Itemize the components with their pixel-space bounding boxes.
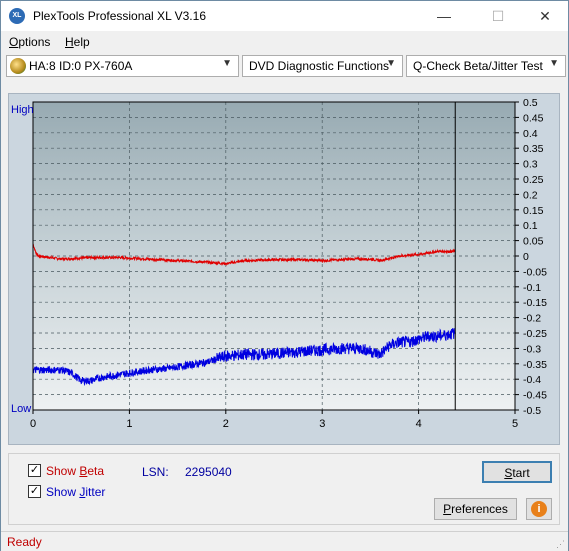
low-label: Low [11, 403, 31, 415]
status-bar: Ready ⋰ [1, 531, 568, 551]
show-beta-label-post: eta [87, 464, 105, 478]
x-tick-label: 3 [319, 418, 325, 430]
lsn-value: 2295040 [185, 465, 232, 479]
menu-options-accel: O [9, 35, 19, 49]
resize-grip-icon[interactable]: ⋰ [556, 539, 566, 549]
test-select[interactable]: Q-Check Beta/Jitter Test ▼ [406, 55, 566, 77]
checkmark-icon: ✓ [29, 485, 40, 497]
y-tick-label: 0.35 [523, 143, 544, 155]
show-jitter-label-pre: Show [46, 485, 80, 499]
function-select-value: DVD Diagnostic Functions [249, 59, 390, 73]
show-beta-label-pre: Show [46, 464, 80, 478]
y-tick-label: -0.15 [523, 297, 547, 309]
y-tick-label: -0.25 [523, 328, 547, 340]
y-tick-label: 0 [523, 251, 529, 263]
drive-select[interactable]: HA:8 ID:0 PX-760A ▼ [6, 55, 239, 77]
menu-options-label: ptions [18, 35, 51, 49]
menu-help[interactable]: Help [65, 35, 90, 49]
preferences-label: references [451, 502, 508, 516]
chevron-down-icon: ▼ [386, 58, 396, 69]
y-tick-label: -0.35 [523, 359, 547, 371]
show-jitter-label-post: itter [85, 485, 106, 499]
info-button[interactable]: i [526, 498, 552, 520]
show-jitter-checkbox[interactable]: ✓ [28, 485, 41, 498]
chevron-down-icon: ▼ [222, 58, 232, 69]
maximize-button[interactable]: ☐ [475, 1, 521, 31]
menu-help-accel: H [65, 35, 74, 49]
y-tick-label: 0.15 [523, 205, 544, 217]
show-beta-checkbox[interactable]: ✓ [28, 464, 41, 477]
menu-options[interactable]: Options [9, 35, 50, 49]
y-tick-label: -0.4 [523, 374, 541, 386]
menu-bar: Options Help [1, 31, 568, 53]
info-icon: i [531, 501, 547, 517]
x-tick-label: 4 [416, 418, 422, 430]
x-tick-label: 1 [126, 418, 132, 430]
y-tick-label: -0.05 [523, 266, 547, 278]
y-tick-label: 0.1 [523, 220, 538, 232]
function-select[interactable]: DVD Diagnostic Functions ▼ [242, 55, 403, 77]
x-tick-label: 5 [512, 418, 518, 430]
app-window: XL PlexTools Professional XL V3.16 — ☐ ✕… [0, 0, 569, 551]
y-tick-label: 0.25 [523, 174, 544, 186]
app-logo-icon: XL [9, 8, 25, 24]
status-text: Ready [7, 535, 42, 549]
drive-select-value: HA:8 ID:0 PX-760A [29, 59, 133, 73]
chevron-down-icon: ▼ [549, 58, 559, 69]
y-tick-label: 0.2 [523, 189, 538, 201]
x-tick-label: 0 [30, 418, 36, 430]
y-tick-label: 0.05 [523, 236, 544, 248]
show-jitter-label[interactable]: Show Jitter [46, 485, 105, 499]
test-select-value: Q-Check Beta/Jitter Test [413, 59, 543, 73]
start-button[interactable]: Start [482, 461, 552, 483]
y-tick-label: -0.3 [523, 343, 541, 355]
y-tick-label: -0.1 [523, 282, 541, 294]
preferences-accel: P [443, 502, 452, 516]
show-beta-label[interactable]: Show Beta [46, 464, 104, 478]
y-tick-label: 0.5 [523, 97, 538, 109]
high-label: High [11, 104, 34, 116]
y-tick-label: 0.3 [523, 159, 538, 171]
checkmark-icon: ✓ [29, 464, 40, 476]
y-tick-label: -0.2 [523, 313, 541, 325]
x-tick-label: 2 [223, 418, 229, 430]
y-tick-label: -0.45 [523, 390, 547, 402]
disc-drive-icon [10, 58, 26, 74]
y-tick-label: 0.4 [523, 128, 538, 140]
preferences-button[interactable]: Preferences [434, 498, 517, 520]
grid [33, 102, 515, 410]
close-button[interactable]: ✕ [522, 1, 568, 31]
beta-jitter-chart: 0.5 0.45 0.4 0.35 0.3 0.25 0.2 0.15 0.1 0.05 0 -0.0… [11, 97, 547, 430]
menu-help-label: elp [73, 35, 90, 49]
y-tick-label: 0.45 [523, 112, 544, 124]
title-bar: XL PlexTools Professional XL V3.16 — ☐ ✕ [1, 1, 568, 31]
options-panel: ✓ Show Beta ✓ Show Jitter LSN: 2295040 S… [8, 453, 560, 525]
y-tick-label: -0.5 [523, 405, 541, 417]
lsn-label: LSN: [142, 465, 169, 479]
window-title: PlexTools Professional XL V3.16 [33, 9, 206, 23]
chart-panel: 0.5 0.45 0.4 0.35 0.3 0.25 0.2 0.15 0.1 0.05 0 -0.0… [8, 93, 560, 445]
minimize-button[interactable]: — [421, 1, 467, 31]
start-label: tart [512, 466, 530, 480]
